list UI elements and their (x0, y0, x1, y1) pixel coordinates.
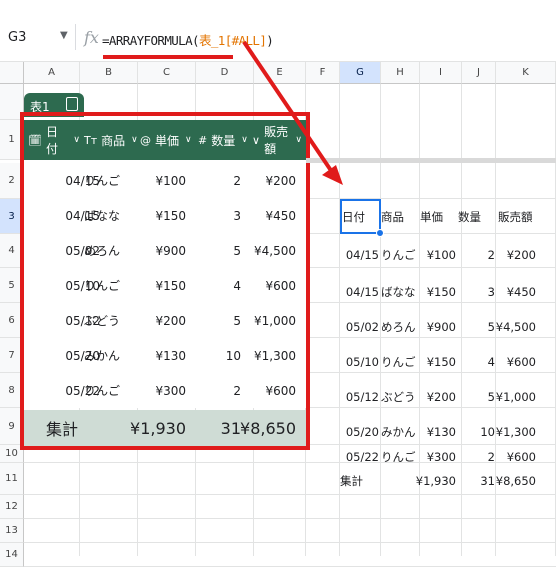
column-header-c[interactable]: C (138, 62, 196, 84)
result-cell[interactable]: ぶどう (381, 379, 420, 415)
formula-bar-divider (75, 24, 76, 50)
result-cell[interactable]: ¥150 (420, 344, 456, 380)
column-header-a[interactable]: A (24, 62, 80, 84)
column-header-k[interactable]: K (496, 62, 556, 84)
result-cell[interactable]: ¥100 (420, 237, 456, 273)
select-all-corner[interactable] (0, 62, 24, 84)
result-cell[interactable]: ¥900 (420, 309, 456, 345)
row-header-12[interactable]: 12 (0, 495, 24, 519)
row-header-11[interactable]: 11 (0, 463, 24, 495)
result-cell[interactable]: 05/12 (340, 379, 379, 415)
result-total-cell[interactable]: 31 (462, 467, 495, 495)
formula-input[interactable]: =ARRAYFORMULA(表_1[#ALL]) (102, 30, 274, 49)
result-header-cell[interactable]: 販売額 (498, 199, 533, 234)
column-header-h[interactable]: H (381, 62, 420, 84)
result-cell[interactable]: ¥600 (496, 344, 536, 380)
result-cell[interactable]: 04/15 (340, 274, 379, 310)
selected-cell-g3[interactable] (340, 199, 381, 234)
result-cell[interactable]: 5 (462, 379, 495, 415)
result-total-cell[interactable]: ¥1,930 (416, 467, 456, 495)
result-cell[interactable]: 5 (462, 309, 495, 345)
result-cell[interactable]: りんご (381, 442, 420, 472)
table-edge-band (306, 158, 556, 163)
column-header-e[interactable]: E (254, 62, 306, 84)
column-header-j[interactable]: J (462, 62, 496, 84)
result-cell[interactable]: ばなな (381, 274, 420, 310)
result-cell[interactable]: ¥200 (420, 379, 456, 415)
result-cell[interactable]: 04/15 (340, 237, 379, 273)
column-header-g[interactable]: G (340, 62, 381, 84)
result-header-cell[interactable]: 数量 (458, 199, 481, 234)
name-box-dropdown-icon[interactable]: ▼ (60, 30, 68, 41)
result-cell[interactable]: 4 (462, 344, 495, 380)
formula-table-reference: 表_1[#ALL] (198, 33, 267, 48)
result-cell[interactable]: 3 (462, 274, 495, 310)
result-cell[interactable]: ¥150 (420, 274, 456, 310)
column-header-b[interactable]: B (80, 62, 138, 84)
fill-handle[interactable] (376, 229, 384, 237)
column-header-d[interactable]: D (196, 62, 254, 84)
formula-highlight-underline (103, 55, 233, 59)
result-cell[interactable]: りんご (381, 344, 420, 380)
row-header-13[interactable]: 13 (0, 519, 24, 543)
result-total-cell[interactable]: 集計 (340, 467, 379, 495)
fx-icon: fx (84, 28, 99, 47)
result-header-cell[interactable]: 商品 (381, 199, 404, 234)
row-header-14[interactable]: 14 (0, 543, 24, 567)
result-cell[interactable]: めろん (381, 309, 420, 345)
result-header-cell[interactable]: 単価 (420, 199, 443, 234)
result-cell[interactable]: ¥4,500 (496, 309, 536, 345)
column-header-i[interactable]: I (420, 62, 462, 84)
grid-row-line (24, 542, 556, 543)
name-box[interactable]: G3 (8, 30, 26, 45)
grid-row-line (24, 518, 556, 519)
result-cell[interactable]: 2 (462, 237, 495, 273)
table-options-icon[interactable] (66, 97, 78, 111)
column-header-f[interactable]: F (306, 62, 340, 84)
result-cell[interactable]: ¥200 (496, 237, 536, 273)
formula-suffix: ) (266, 33, 274, 48)
result-cell[interactable]: ¥450 (496, 274, 536, 310)
result-cell[interactable]: 05/10 (340, 344, 379, 380)
formula-prefix: =ARRAYFORMULA( (102, 33, 200, 48)
result-cell[interactable]: りんご (381, 237, 420, 273)
result-cell[interactable]: 05/02 (340, 309, 379, 345)
table-highlight-box (20, 112, 310, 450)
result-total-cell[interactable]: ¥8,650 (496, 467, 536, 495)
result-cell[interactable]: ¥1,000 (496, 379, 536, 415)
